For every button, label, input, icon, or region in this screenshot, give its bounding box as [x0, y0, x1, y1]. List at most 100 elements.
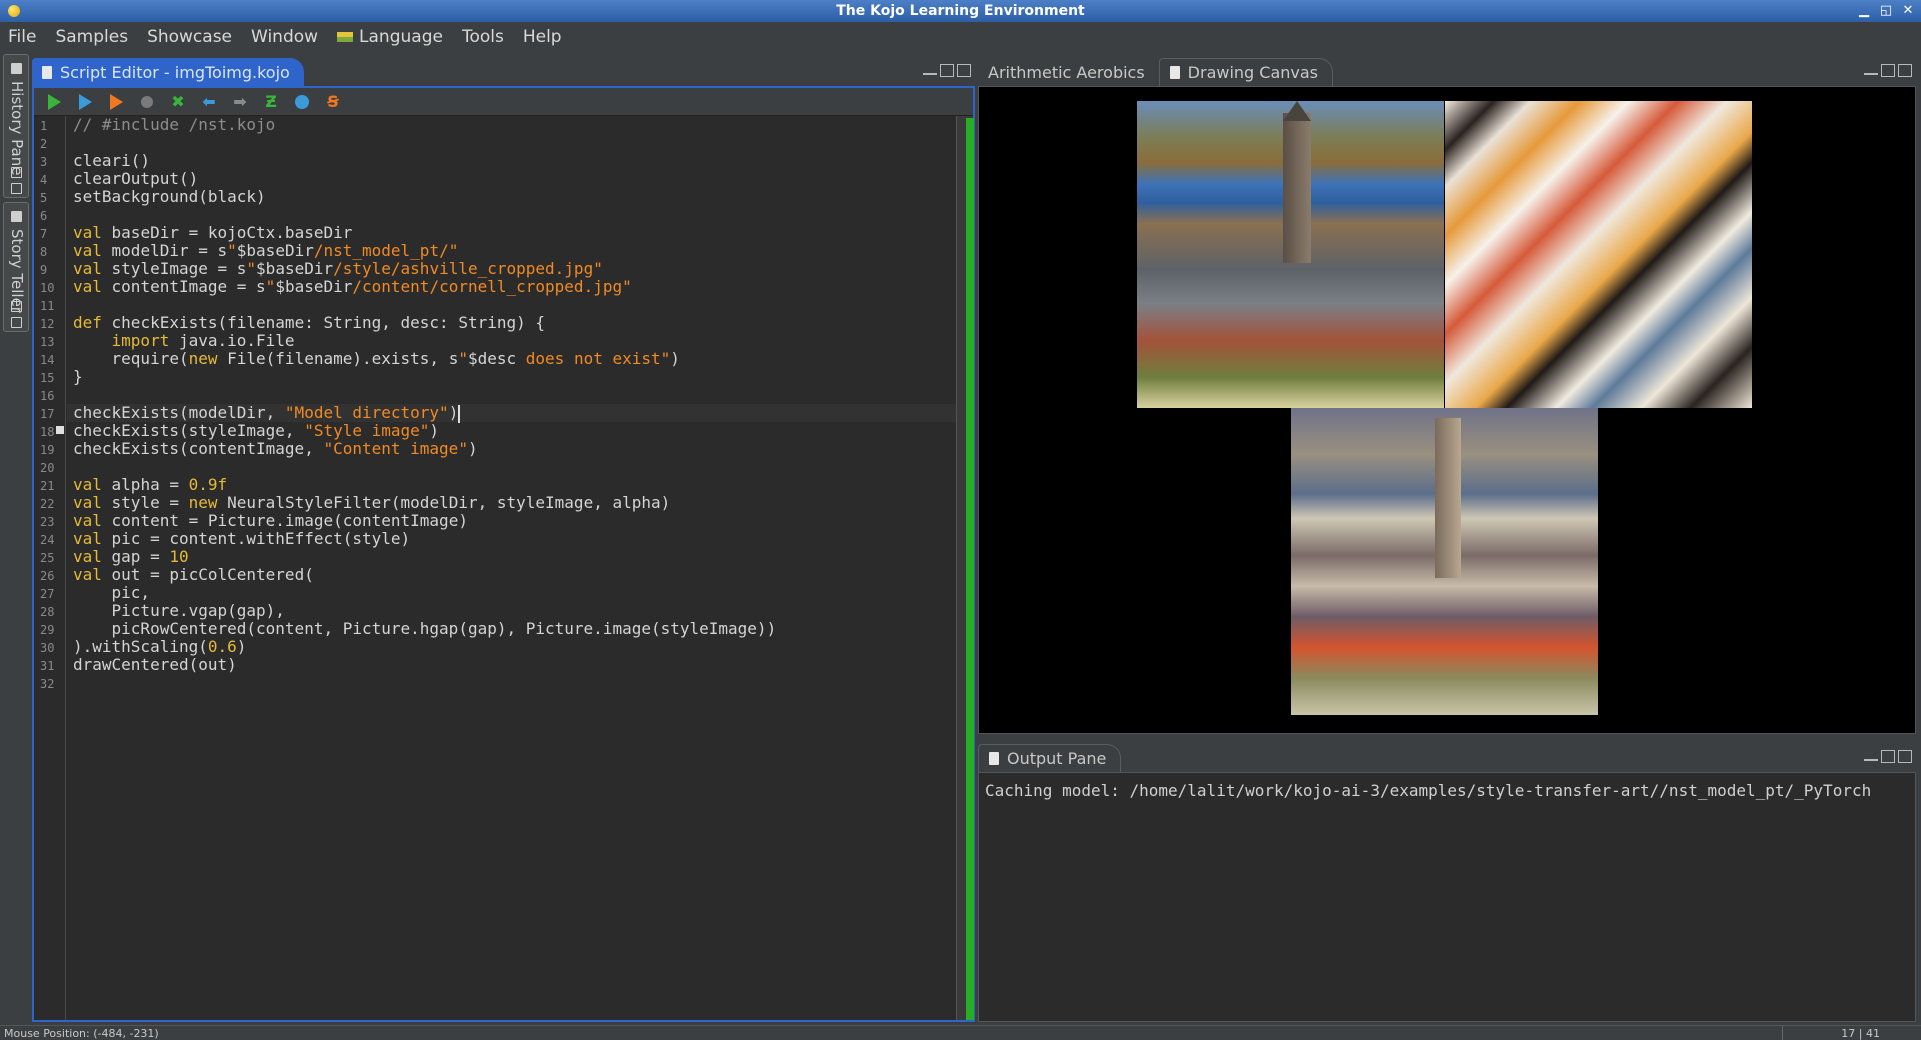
menu-samples[interactable]: Samples — [55, 27, 128, 47]
code-line: def checkExists(filename: String, desc: … — [73, 313, 546, 332]
run-worksheet-icon[interactable] — [75, 92, 95, 112]
code-line: drawCentered(out) — [73, 655, 237, 674]
menu-window[interactable]: Window — [251, 27, 318, 47]
menu-showcase[interactable]: Showcase — [147, 27, 232, 47]
code-line: val gap = 10 — [73, 547, 189, 566]
run-status-bar — [966, 118, 974, 1020]
canvas-float-icon[interactable] — [1881, 64, 1895, 77]
line-number: 6 — [40, 209, 48, 223]
tab-script-editor[interactable]: Script Editor - imgToimg.kojo — [32, 58, 304, 86]
drawing-canvas-label: Drawing Canvas — [1187, 63, 1319, 82]
fold-marker-icon[interactable] — [56, 426, 64, 434]
canvas-maximize-icon[interactable] — [1898, 64, 1912, 77]
redo-icon[interactable]: ➡ — [230, 92, 250, 112]
history-restore-icon[interactable] — [11, 167, 22, 178]
text-caret — [458, 404, 461, 423]
window-title: The Kojo Learning Environment — [836, 3, 1085, 19]
line-number-gutter: 1 2 3 4 5 6 7 8 9 10 11 12 13 14 15 16 17 18 19 20 21 22 23 24 2… — [34, 116, 66, 1020]
output-text[interactable]: Caching model: /home/lalit/work/kojo-ai-… — [978, 772, 1916, 1022]
story-restore-icon[interactable] — [11, 301, 22, 312]
editor-tabstrip: Script Editor - imgToimg.kojo — [32, 56, 975, 86]
editor-pane-controls — [923, 64, 971, 77]
code-line: checkExists(contentImage, "Content image… — [73, 439, 478, 458]
line-number: 17 — [40, 407, 55, 421]
output-float-icon[interactable] — [1881, 750, 1895, 763]
format-icon[interactable]: Ƶ — [261, 92, 281, 112]
story-float-icon[interactable] — [11, 317, 22, 328]
trace-icon[interactable] — [106, 92, 126, 112]
canvas-panel: Arithmetic Aerobics Drawing Canvas — [978, 56, 1916, 736]
stop-icon[interactable] — [137, 92, 157, 112]
line-number: 12 — [40, 317, 55, 331]
menu-file[interactable]: File — [8, 27, 36, 47]
editor-float-icon[interactable] — [940, 64, 954, 77]
story-doc-icon — [11, 211, 22, 222]
menu-language-label: Language — [359, 27, 443, 47]
editor-tab-label: Script Editor - imgToimg.kojo — [60, 62, 290, 82]
menu-language[interactable]: Language — [337, 27, 443, 47]
mouse-position-readout: Mouse Position: (-484, -231) — [4, 1027, 159, 1040]
line-number: 16 — [40, 389, 55, 403]
history-pane-tab[interactable]: History Pane — [3, 54, 29, 198]
styled-output-image — [1291, 408, 1598, 715]
line-number: 24 — [40, 533, 55, 547]
tab-arithmetic-aerobics[interactable]: Arithmetic Aerobics — [978, 58, 1159, 86]
code-line: clearOutput() — [73, 169, 199, 188]
close-window-icon[interactable]: ✕ — [1901, 0, 1915, 22]
web-icon[interactable] — [292, 92, 312, 112]
code-line: val baseDir = kojoCtx.baseDir — [73, 223, 353, 242]
run-icon[interactable] — [44, 92, 64, 112]
script-editor-panel: Script Editor - imgToimg.kojo ✖ ⬅ ➡ Ƶ Ꞩ … — [32, 56, 975, 1022]
history-float-icon[interactable] — [11, 183, 22, 194]
code-line: val modelDir = s"$baseDir/nst_model_pt/" — [73, 241, 459, 260]
line-number: 21 — [40, 479, 55, 493]
code-line: cleari() — [73, 151, 151, 170]
output-panel: Output Pane Caching model: /home/lalit/w… — [978, 742, 1916, 1022]
line-number: 14 — [40, 353, 55, 367]
line-number: 13 — [40, 335, 55, 349]
maximize-window-icon[interactable]: ◱ — [1879, 0, 1893, 22]
minimize-window-icon[interactable]: ▁ — [1857, 0, 1871, 22]
line-number: 7 — [40, 227, 48, 241]
line-number: 3 — [40, 155, 48, 169]
document-icon — [1169, 66, 1180, 79]
code-line: val pic = content.withEffect(style) — [73, 529, 411, 548]
tab-drawing-canvas[interactable]: Drawing Canvas — [1158, 58, 1334, 86]
drawing-canvas[interactable] — [978, 86, 1916, 734]
line-number: 10 — [40, 281, 55, 295]
share-icon[interactable]: Ꞩ — [323, 92, 343, 112]
output-minimize-icon[interactable] — [1864, 750, 1878, 761]
undo-icon[interactable]: ⬅ — [199, 92, 219, 112]
code-line: pic, — [73, 583, 151, 602]
output-pane-controls — [1864, 750, 1912, 763]
kojo-app-icon — [8, 5, 20, 17]
code-line: } — [73, 367, 83, 386]
canvas-pane-controls — [1864, 64, 1912, 77]
canvas-tabstrip: Arithmetic Aerobics Drawing Canvas — [978, 56, 1916, 86]
menu-help[interactable]: Help — [523, 27, 562, 47]
code-line: val style = new NeuralStyleFilter(modelD… — [73, 493, 671, 512]
output-tab-label: Output Pane — [1007, 749, 1107, 768]
code-line: val content = Picture.image(contentImage… — [73, 511, 468, 530]
code-line: setBackground(black) — [73, 187, 266, 206]
output-maximize-icon[interactable] — [1898, 750, 1912, 763]
code-line: val out = picColCentered( — [73, 565, 314, 584]
line-number: 8 — [40, 245, 48, 259]
code-area[interactable]: // #include /nst.kojo cleari() clearOutput… — [67, 116, 956, 1020]
code-line: picRowCentered(content, Picture.hgap(gap… — [73, 619, 777, 638]
line-number: 11 — [40, 299, 55, 313]
line-number: 32 — [40, 677, 55, 691]
canvas-minimize-icon[interactable] — [1864, 64, 1878, 75]
output-tabstrip: Output Pane — [978, 742, 1916, 772]
history-doc-icon — [11, 63, 22, 74]
story-teller-tab[interactable]: Story Teller — [3, 202, 29, 332]
tower-spire-shape — [1283, 101, 1311, 121]
editor-minimize-icon[interactable] — [923, 64, 937, 75]
tab-output-pane[interactable]: Output Pane — [978, 744, 1122, 772]
code-line: val alpha = 0.9f — [73, 475, 228, 494]
menu-tools[interactable]: Tools — [462, 27, 504, 47]
editor-maximize-icon[interactable] — [957, 64, 971, 77]
clear-icon[interactable]: ✖ — [168, 92, 188, 112]
